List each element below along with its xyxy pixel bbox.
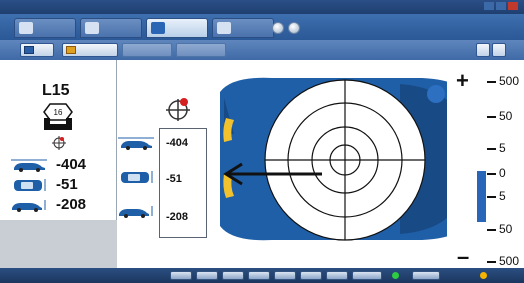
car-side-arrows-icon xyxy=(118,137,154,150)
vehicle-target-graphic xyxy=(220,77,474,241)
scale-tick: 5 xyxy=(487,189,506,203)
center-value-3: -208 xyxy=(166,211,189,223)
report-icon xyxy=(217,22,231,34)
window-titlebar xyxy=(0,0,524,14)
car-side-height-icon xyxy=(12,200,46,212)
minimize-button[interactable] xyxy=(484,2,494,10)
measure-mode-button[interactable] xyxy=(62,43,118,57)
status-ok-icon xyxy=(392,272,399,279)
car-side-arrows-icon xyxy=(11,159,47,172)
statusbar-button[interactable] xyxy=(352,271,382,280)
statusbar-button[interactable] xyxy=(196,271,218,280)
warning-icon[interactable] xyxy=(480,272,487,279)
close-button[interactable] xyxy=(508,2,518,10)
tab-report[interactable] xyxy=(212,18,274,38)
statusbar-button[interactable] xyxy=(248,271,270,280)
target-icon xyxy=(151,22,165,34)
wheel-position-label: L15 xyxy=(42,82,70,99)
scale-tick: 500 xyxy=(487,254,519,268)
scale-tick: 500 xyxy=(487,74,519,88)
main-tab-bar xyxy=(0,14,524,40)
level-indicator-bar xyxy=(477,171,486,222)
statusbar-button[interactable] xyxy=(300,271,322,280)
scale-tick: 5 xyxy=(487,141,506,155)
car-top-icon xyxy=(14,179,46,191)
left-panel-footer xyxy=(0,220,117,268)
option-button-1[interactable] xyxy=(122,43,172,57)
left-value-1: -404 xyxy=(56,156,87,173)
left-value-2: -51 xyxy=(56,176,78,193)
car-icon xyxy=(24,46,34,54)
scale-tick: 50 xyxy=(487,222,512,236)
statusbar-button[interactable] xyxy=(222,271,244,280)
settings-button[interactable] xyxy=(288,22,300,34)
small-crosshair-icon xyxy=(52,136,66,150)
bolt-hex-icon: 16 xyxy=(43,103,73,130)
help-button[interactable] xyxy=(272,22,284,34)
car-top-icon xyxy=(121,171,153,183)
left-row-length: -404 xyxy=(10,156,117,174)
minus-sign: – xyxy=(457,244,470,269)
maximize-button[interactable] xyxy=(496,2,506,10)
scale-tick: 50 xyxy=(487,109,512,123)
center-value-2: -51 xyxy=(166,173,182,185)
measurement-values-box: -404 -51 -208 xyxy=(159,128,207,238)
statusbar-button[interactable] xyxy=(412,271,440,280)
status-bar xyxy=(0,268,524,283)
option-button-2[interactable] xyxy=(176,43,226,57)
left-detail-panel: L15 16 -404 -51 -208 xyxy=(0,60,117,268)
tab-alignment[interactable] xyxy=(146,18,208,38)
statusbar-button[interactable] xyxy=(170,271,192,280)
measure-icon xyxy=(85,22,99,34)
toolbar xyxy=(0,40,524,60)
grid-view-button[interactable] xyxy=(476,43,490,57)
bolt-number: 16 xyxy=(54,108,63,117)
tab-measurement[interactable] xyxy=(80,18,142,38)
settings-icon-button[interactable] xyxy=(492,43,506,57)
vehicle-icon xyxy=(19,22,33,34)
center-value-1: -404 xyxy=(166,137,189,149)
vehicle-select-button[interactable] xyxy=(20,43,54,57)
left-row-width: -51 xyxy=(10,176,117,194)
left-value-3: -208 xyxy=(56,196,87,213)
statusbar-button[interactable] xyxy=(274,271,296,280)
scale-tick: 0 xyxy=(487,166,506,180)
crosshair-target-icon xyxy=(166,98,190,121)
deviation-scale: + 500 50 5 0 5 50 500 – xyxy=(447,60,524,269)
statusbar-button[interactable] xyxy=(326,271,348,280)
tab-vehicle[interactable] xyxy=(14,18,76,38)
left-row-height: -208 xyxy=(10,196,117,214)
folder-icon xyxy=(66,46,76,54)
plus-sign: + xyxy=(456,68,469,93)
car-side-height-icon xyxy=(119,206,153,218)
